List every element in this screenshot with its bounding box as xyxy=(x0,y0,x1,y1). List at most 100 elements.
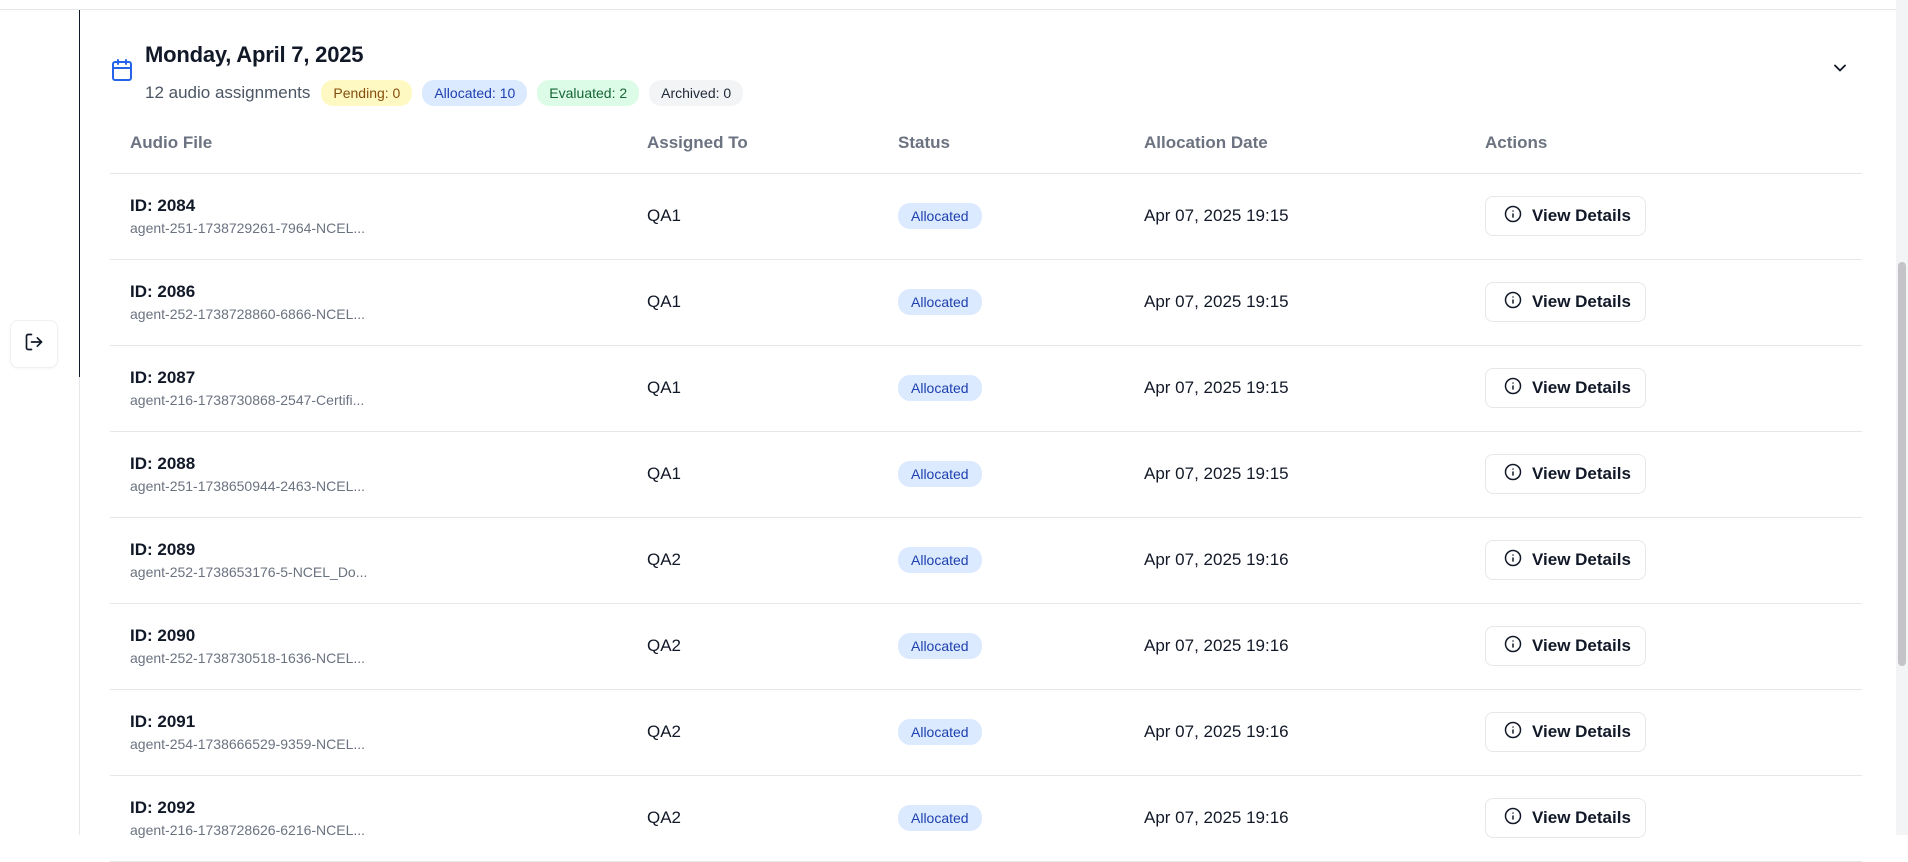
view-details-label: View Details xyxy=(1532,722,1631,741)
info-icon xyxy=(1504,807,1522,830)
pending-chip: Pending: 0 xyxy=(321,80,413,106)
table-row: ID: 2086 agent-252-1738728860-6866-NCEL.… xyxy=(110,259,1862,345)
allocation-date-cell: Apr 07, 2025 19:16 xyxy=(1144,636,1289,655)
audio-id: ID: 2090 xyxy=(130,626,196,645)
audio-filename: agent-216-1738728626-6216-NCEL... xyxy=(130,822,366,838)
actions-cell: View Details xyxy=(1485,259,1862,345)
allocation-date-cell: Apr 07, 2025 19:16 xyxy=(1144,722,1289,741)
view-details-label: View Details xyxy=(1532,292,1631,311)
view-details-button[interactable]: View Details xyxy=(1485,626,1646,666)
header-audio-file[interactable]: Audio File xyxy=(110,113,647,174)
audio-id: ID: 2091 xyxy=(130,712,196,731)
actions-cell: View Details xyxy=(1485,689,1862,775)
status-badge: Allocated xyxy=(898,461,982,487)
actions-cell: View Details xyxy=(1485,431,1862,517)
audio-file-cell: ID: 2087 agent-216-1738730868-2547-Certi… xyxy=(110,345,647,431)
audio-file-cell: ID: 2088 agent-251-1738650944-2463-NCEL.… xyxy=(110,431,647,517)
audio-file-cell: ID: 2086 agent-252-1738728860-6866-NCEL.… xyxy=(110,259,647,345)
actions-cell: View Details xyxy=(1485,603,1862,689)
allocation-date-cell: Apr 07, 2025 19:15 xyxy=(1144,378,1289,397)
assignments-table: Audio File Assigned To Status Allocation… xyxy=(110,113,1862,862)
audio-filename: agent-216-1738730868-2547-Certifi... xyxy=(130,392,365,408)
logout-icon xyxy=(24,332,44,357)
info-icon xyxy=(1504,377,1522,400)
assigned-to-cell: QA1 xyxy=(647,464,682,483)
assigned-to-cell: QA2 xyxy=(647,722,682,741)
view-details-button[interactable]: View Details xyxy=(1485,798,1646,838)
date-group-header[interactable]: Monday, April 7, 2025 12 audio assignmen… xyxy=(110,28,1850,108)
status-badge: Allocated xyxy=(898,719,982,745)
view-details-label: View Details xyxy=(1532,808,1631,827)
scrollbar-thumb[interactable] xyxy=(1898,262,1906,666)
view-details-label: View Details xyxy=(1532,378,1631,397)
chevron-down-icon[interactable] xyxy=(1830,58,1850,83)
status-cell: Allocated xyxy=(898,345,1144,431)
audio-id: ID: 2089 xyxy=(130,540,196,559)
view-details-button[interactable]: View Details xyxy=(1485,196,1646,236)
status-badge: Allocated xyxy=(898,375,982,401)
assignment-count: 12 audio assignments xyxy=(145,83,311,102)
status-badge: Allocated xyxy=(898,633,982,659)
assigned-to-cell: QA2 xyxy=(647,550,682,569)
audio-file-cell: ID: 2091 agent-254-1738666529-9359-NCEL.… xyxy=(110,689,647,775)
archived-chip: Archived: 0 xyxy=(649,80,744,106)
view-details-button[interactable]: View Details xyxy=(1485,454,1646,494)
assigned-to-cell: QA1 xyxy=(647,378,682,397)
view-details-button[interactable]: View Details xyxy=(1485,712,1646,752)
assigned-to-cell: QA1 xyxy=(647,292,682,311)
view-details-label: View Details xyxy=(1532,464,1631,483)
status-cell: Allocated xyxy=(898,431,1144,517)
allocation-date-cell: Apr 07, 2025 19:16 xyxy=(1144,550,1289,569)
view-details-label: View Details xyxy=(1532,206,1631,225)
audio-id: ID: 2088 xyxy=(130,454,196,473)
assigned-to-cell: QA1 xyxy=(647,206,682,225)
audio-id: ID: 2092 xyxy=(130,798,196,817)
audio-filename: agent-252-1738728860-6866-NCEL... xyxy=(130,306,366,322)
table-row: ID: 2089 agent-252-1738653176-5-NCEL_Do.… xyxy=(110,517,1862,603)
audio-filename: agent-251-1738729261-7964-NCEL... xyxy=(130,220,366,236)
top-divider xyxy=(0,0,1908,10)
info-icon xyxy=(1504,635,1522,658)
assigned-to-cell: QA2 xyxy=(647,808,682,827)
status-cell: Allocated xyxy=(898,775,1144,861)
audio-file-cell: ID: 2092 agent-216-1738728626-6216-NCEL.… xyxy=(110,775,647,861)
audio-id: ID: 2086 xyxy=(130,282,196,301)
info-icon xyxy=(1504,291,1522,314)
group-date-title: Monday, April 7, 2025 xyxy=(145,42,364,67)
table-row: ID: 2090 agent-252-1738730518-1636-NCEL.… xyxy=(110,603,1862,689)
group-summary: 12 audio assignments Pending: 0 Allocate… xyxy=(145,80,744,106)
header-allocation-date[interactable]: Allocation Date xyxy=(1144,113,1485,174)
audio-file-cell: ID: 2084 agent-251-1738729261-7964-NCEL.… xyxy=(110,173,647,259)
actions-cell: View Details xyxy=(1485,775,1862,861)
audio-file-cell: ID: 2089 agent-252-1738653176-5-NCEL_Do.… xyxy=(110,517,647,603)
status-cell: Allocated xyxy=(898,603,1144,689)
view-details-button[interactable]: View Details xyxy=(1485,540,1646,580)
allocated-chip: Allocated: 10 xyxy=(422,80,528,106)
view-details-button[interactable]: View Details xyxy=(1485,282,1646,322)
allocation-date-cell: Apr 07, 2025 19:16 xyxy=(1144,808,1289,827)
audio-id: ID: 2084 xyxy=(130,196,196,215)
calendar-icon xyxy=(110,58,134,87)
header-assigned-to[interactable]: Assigned To xyxy=(647,113,898,174)
status-cell: Allocated xyxy=(898,173,1144,259)
info-icon xyxy=(1504,721,1522,744)
allocation-date-cell: Apr 07, 2025 19:15 xyxy=(1144,292,1289,311)
audio-filename: agent-251-1738650944-2463-NCEL... xyxy=(130,478,366,494)
status-badge: Allocated xyxy=(898,203,982,229)
status-cell: Allocated xyxy=(898,517,1144,603)
audio-filename: agent-254-1738666529-9359-NCEL... xyxy=(130,736,366,752)
table-header-row: Audio File Assigned To Status Allocation… xyxy=(110,113,1862,174)
info-icon xyxy=(1504,205,1522,228)
left-rail xyxy=(0,10,80,835)
view-details-label: View Details xyxy=(1532,636,1631,655)
status-cell: Allocated xyxy=(898,689,1144,775)
header-status[interactable]: Status xyxy=(898,113,1144,174)
audio-file-cell: ID: 2090 agent-252-1738730518-1636-NCEL.… xyxy=(110,603,647,689)
assignments-panel: Monday, April 7, 2025 12 audio assignmen… xyxy=(80,10,1890,861)
audio-filename: agent-252-1738653176-5-NCEL_Do... xyxy=(130,564,368,580)
vertical-scrollbar[interactable] xyxy=(1896,0,1908,835)
logout-button[interactable] xyxy=(10,320,58,368)
view-details-button[interactable]: View Details xyxy=(1485,368,1646,408)
table-row: ID: 2087 agent-216-1738730868-2547-Certi… xyxy=(110,345,1862,431)
table-row: ID: 2088 agent-251-1738650944-2463-NCEL.… xyxy=(110,431,1862,517)
